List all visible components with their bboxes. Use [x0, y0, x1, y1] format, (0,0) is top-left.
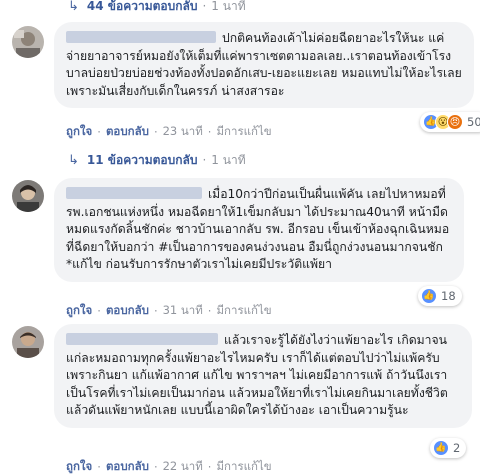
reaction-summary[interactable]: 👍 18 [418, 286, 462, 306]
comment-bubble: เมื่อ10กว่าปีก่อนเป็นผื่นแพ้คัน เลยไปหาห… [54, 178, 464, 282]
comment-bubble: ปกติคนท้องเค้าไม่ค่อยฉีดยาอะไรให้นะ แค่จ… [54, 22, 474, 109]
comment-actions: ถูกใจ · ตอบกลับ · 23 นาที · มีการแก้ไข [66, 123, 272, 141]
reaction-count: 2 [453, 441, 461, 455]
comment-time[interactable]: 31 นาที [163, 302, 203, 320]
comment-text: แล้วเราจะรู้ได้ยังไงว่าแพ้ยาอะไร เกิดมาจ… [66, 333, 448, 418]
edited-label[interactable]: มีการแก้ไข [216, 123, 271, 141]
reply-time: 1 นาที [211, 0, 246, 13]
avatar[interactable] [12, 180, 44, 212]
angry-reaction-icon: 😠 [447, 114, 463, 130]
edited-label[interactable]: มีการแก้ไข [216, 458, 271, 476]
comment-bubble: แล้วเราจะรู้ได้ยังไงว่าแพ้ยาอะไร เกิดมาจ… [54, 324, 472, 428]
view-replies-bar[interactable]: ↳ 11 ข้อความตอบกลับ · 1 นาที [68, 148, 246, 172]
comment-time[interactable]: 23 นาที [163, 123, 203, 141]
reply-button[interactable]: ตอบกลับ [106, 302, 149, 320]
comment-actions: ถูกใจ · ตอบกลับ · 31 นาที · มีการแก้ไข [66, 302, 272, 320]
reply-count-link[interactable]: 44 ข้อความตอบกลับ [87, 0, 198, 16]
reply-time: 1 นาที [211, 152, 246, 167]
avatar-image [12, 180, 44, 212]
commenter-name-redacted[interactable] [66, 332, 218, 345]
reply-arrow-icon: ↳ [68, 0, 79, 14]
like-reaction-icon: 👍 [421, 288, 437, 304]
reaction-count: 50 [467, 115, 480, 129]
edited-label[interactable]: มีการแก้ไข [216, 302, 271, 320]
avatar-image [12, 26, 44, 58]
view-replies-bar[interactable]: ↳ 44 ข้อความตอบกลับ · 1 นาที [68, 0, 246, 18]
reaction-summary[interactable]: 👍 2 [430, 438, 467, 458]
reply-arrow-icon: ↳ [68, 152, 79, 168]
commenter-name-redacted[interactable] [66, 30, 216, 43]
reply-button[interactable]: ตอบกลับ [106, 123, 149, 141]
comment-actions: ถูกใจ · ตอบกลับ · 22 นาที · มีการแก้ไข [66, 458, 272, 476]
avatar[interactable] [12, 26, 44, 58]
avatar[interactable] [12, 326, 44, 358]
hashtag-link[interactable]: #เป็นอาการของคนง่วงนอน [158, 240, 304, 254]
like-button[interactable]: ถูกใจ [66, 458, 92, 476]
like-reaction-icon: 👍 [433, 440, 449, 456]
comment-time[interactable]: 22 นาที [163, 458, 203, 476]
like-button[interactable]: ถูกใจ [66, 123, 92, 141]
reply-button[interactable]: ตอบกลับ [106, 458, 149, 476]
reaction-count: 18 [441, 289, 456, 303]
commenter-name-redacted[interactable] [66, 186, 202, 199]
like-button[interactable]: ถูกใจ [66, 302, 92, 320]
separator-dot: · [202, 0, 207, 13]
avatar-image [12, 326, 44, 358]
separator-dot: · [202, 153, 207, 167]
reply-count-link[interactable]: 11 ข้อความตอบกลับ [87, 151, 198, 170]
reaction-summary[interactable]: 👍 😮 😠 50 [420, 112, 480, 132]
